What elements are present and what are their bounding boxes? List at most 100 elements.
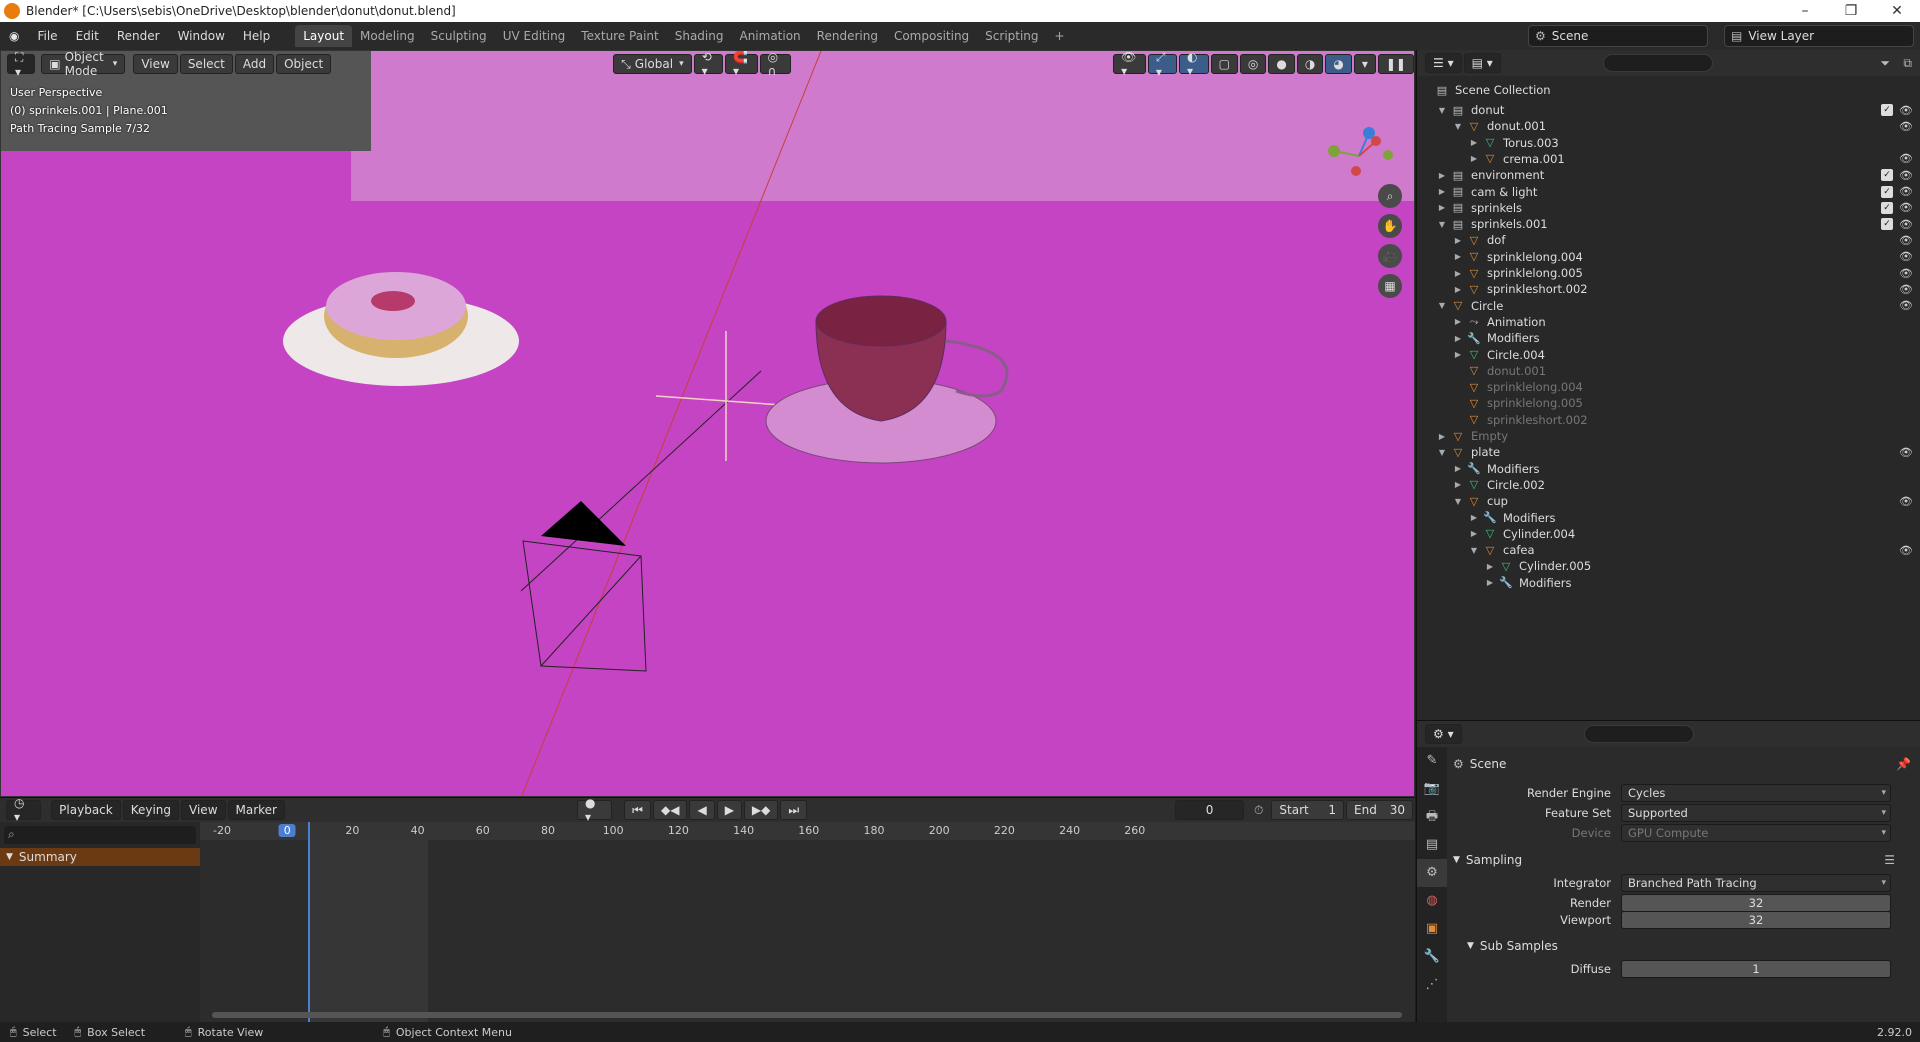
overlay-toggle-icon[interactable]: ◐ ▾ [1178, 51, 1209, 78]
expand-right-icon[interactable]: ▶ [1453, 350, 1463, 359]
device-dropdown[interactable]: GPU Compute ▾ [1621, 824, 1891, 842]
close-icon[interactable]: ✕ [1874, 0, 1920, 22]
sampling-section-header[interactable]: ▼ Sampling ☰ [1453, 849, 1920, 871]
render-engine-dropdown[interactable]: Cycles ▾ [1621, 784, 1891, 802]
pan-hand-icon[interactable]: ✋ [1378, 214, 1402, 238]
visibility-eye-icon[interactable]: 👁 [1899, 234, 1913, 247]
menu-render[interactable]: Render [108, 29, 169, 43]
display-mode-icon[interactable]: ▤ ▾ [1463, 53, 1501, 73]
expand-right-icon[interactable]: ▶ [1437, 171, 1447, 180]
properties-editor-type-icon[interactable]: ⚙ ▾ [1425, 724, 1462, 744]
filter-icon[interactable]: ⏷ [1880, 56, 1890, 71]
workspace-tab-compositing[interactable]: Compositing [886, 25, 977, 47]
expand-right-icon[interactable]: ▶ [1453, 480, 1463, 489]
visibility-eye-icon[interactable]: 👁 [1899, 446, 1913, 459]
shading-wireframe-icon[interactable]: ◎ [1239, 54, 1267, 74]
expand-right-icon[interactable]: ▶ [1469, 513, 1479, 522]
object-tab-icon[interactable]: ▣ [1417, 915, 1447, 943]
outliner-root[interactable]: ▤ Scene Collection [1417, 80, 1920, 100]
expand-down-icon[interactable]: ▼ [1469, 546, 1479, 555]
visibility-icon[interactable]: 👁 ▾ [1113, 51, 1146, 78]
expand-down-icon[interactable]: ▼ [1437, 106, 1447, 115]
timeline-keyframe-area[interactable] [200, 822, 1415, 1023]
expand-right-icon[interactable]: ▶ [1485, 578, 1495, 587]
maximize-icon[interactable]: ❐ [1828, 0, 1874, 22]
expand-right-icon[interactable]: ▶ [1453, 252, 1463, 261]
expand-down-icon[interactable]: ▼ [1453, 122, 1463, 131]
properties-search-input[interactable] [1583, 725, 1694, 743]
viewport-menu-object[interactable]: Object [276, 54, 332, 74]
timeline-menu-marker[interactable]: Marker [227, 800, 285, 820]
presets-list-icon[interactable]: ☰ [1884, 853, 1895, 867]
viewport-menu-add[interactable]: Add [234, 54, 275, 74]
play-icon[interactable]: ▶ [716, 800, 742, 820]
modifier-tab-icon[interactable]: 🔧 [1417, 943, 1447, 971]
expand-right-icon[interactable]: ▶ [1469, 529, 1479, 538]
visibility-eye-icon[interactable]: 👁 [1899, 250, 1913, 263]
expand-right-icon[interactable]: ▶ [1453, 317, 1463, 326]
timeline-menu-playback[interactable]: Playback [51, 800, 121, 820]
menu-window[interactable]: Window [169, 29, 234, 43]
visibility-eye-icon[interactable]: 👁 [1899, 544, 1913, 557]
outliner-row[interactable]: ▶ 🔧 Modifiers [1417, 573, 1920, 593]
minimize-icon[interactable]: – [1782, 0, 1828, 22]
menu-file[interactable]: File [28, 29, 66, 43]
expand-right-icon[interactable]: ▶ [1453, 334, 1463, 343]
orientation-selector[interactable]: ⤡ Global ▾ [613, 54, 692, 74]
tool-tab-icon[interactable]: ✎ [1417, 747, 1447, 775]
scene-tab-icon[interactable]: ⚙ [1417, 859, 1447, 887]
jump-next-keyframe-icon[interactable]: ▶◆ [743, 800, 779, 820]
workspace-tab-texture-paint[interactable]: Texture Paint [573, 25, 666, 47]
subsamples-section-header[interactable]: ▼ Sub Samples [1453, 935, 1920, 957]
expand-right-icon[interactable]: ▶ [1453, 464, 1463, 473]
record-keyframe-icon[interactable]: ● ▾ [577, 796, 613, 824]
gizmo-toggle-icon[interactable]: ⤢ ▾ [1147, 51, 1177, 79]
feature-set-dropdown[interactable]: Supported ▾ [1621, 804, 1891, 822]
preview-range-icon[interactable]: ⏱ [1254, 803, 1263, 818]
timeline-menu-keying[interactable]: Keying [122, 800, 180, 820]
render-tab-icon[interactable]: 📷 [1417, 775, 1447, 803]
timeline-scrollbar[interactable] [212, 1012, 1402, 1018]
expand-right-icon[interactable]: ▶ [1485, 562, 1495, 571]
channel-search-input[interactable]: ⌕ [4, 826, 196, 844]
workspace-tab-shading[interactable]: Shading [667, 25, 732, 47]
visibility-eye-icon[interactable]: 👁 [1899, 495, 1913, 508]
visibility-eye-icon[interactable]: 👁 [1899, 299, 1913, 312]
particles-tab-icon[interactable]: ⋰ [1417, 971, 1447, 999]
jump-end-icon[interactable]: ⏭ [780, 800, 808, 820]
timeline-editor-type-icon[interactable]: ◷ ▾ [6, 796, 42, 824]
menu-help[interactable]: Help [234, 29, 279, 43]
play-reverse-icon[interactable]: ◀ [689, 800, 715, 820]
workspace-tab-rendering[interactable]: Rendering [809, 25, 886, 47]
pause-render-icon[interactable]: ❚❚ [1377, 54, 1414, 74]
expand-right-icon[interactable]: ▶ [1437, 187, 1447, 196]
scene-selector[interactable]: ⚙ Scene [1528, 25, 1708, 47]
shading-solid-icon[interactable]: ● [1268, 54, 1295, 74]
exclude-checkbox[interactable]: ✓ [1881, 185, 1893, 198]
perspective-grid-icon[interactable]: ▦ [1378, 274, 1402, 298]
expand-right-icon[interactable]: ▶ [1437, 203, 1447, 212]
shading-material-icon[interactable]: ◑ [1296, 54, 1324, 74]
summary-channel[interactable]: ▼ Summary [0, 848, 200, 866]
start-frame-field[interactable]: Start 1 [1271, 800, 1345, 820]
expand-right-icon[interactable]: ▶ [1469, 154, 1479, 163]
shading-rendered-icon[interactable]: ◕ [1325, 54, 1352, 74]
exclude-checkbox[interactable]: ✓ [1881, 104, 1893, 116]
blender-menu-icon[interactable]: ◉ [0, 29, 28, 43]
jump-prev-keyframe-icon[interactable]: ◆◀ [652, 800, 688, 820]
expand-down-icon[interactable]: ▼ [1453, 497, 1463, 506]
current-frame-field[interactable]: 0 [1175, 800, 1245, 820]
visibility-eye-icon[interactable]: 👁 [1899, 218, 1913, 231]
visibility-eye-icon[interactable]: 👁 [1899, 267, 1913, 280]
mode-selector[interactable]: ▣ Object Mode ▾ [41, 51, 126, 78]
expand-down-icon[interactable]: ▼ [1437, 220, 1447, 229]
navigation-gizmo-icon[interactable] [1324, 121, 1394, 191]
end-frame-field[interactable]: End 30 [1346, 800, 1413, 820]
exclude-checkbox[interactable]: ✓ [1881, 218, 1893, 231]
outliner-editor-type-icon[interactable]: ☰ ▾ [1425, 53, 1462, 73]
expand-right-icon[interactable]: ▶ [1469, 138, 1479, 147]
editor-type-icon[interactable]: ⛶ ▾ [7, 51, 36, 79]
add-workspace-icon[interactable]: + [1047, 25, 1073, 47]
expand-down-icon[interactable]: ▼ [1437, 448, 1447, 457]
visibility-eye-icon[interactable]: 👁 [1899, 283, 1913, 296]
